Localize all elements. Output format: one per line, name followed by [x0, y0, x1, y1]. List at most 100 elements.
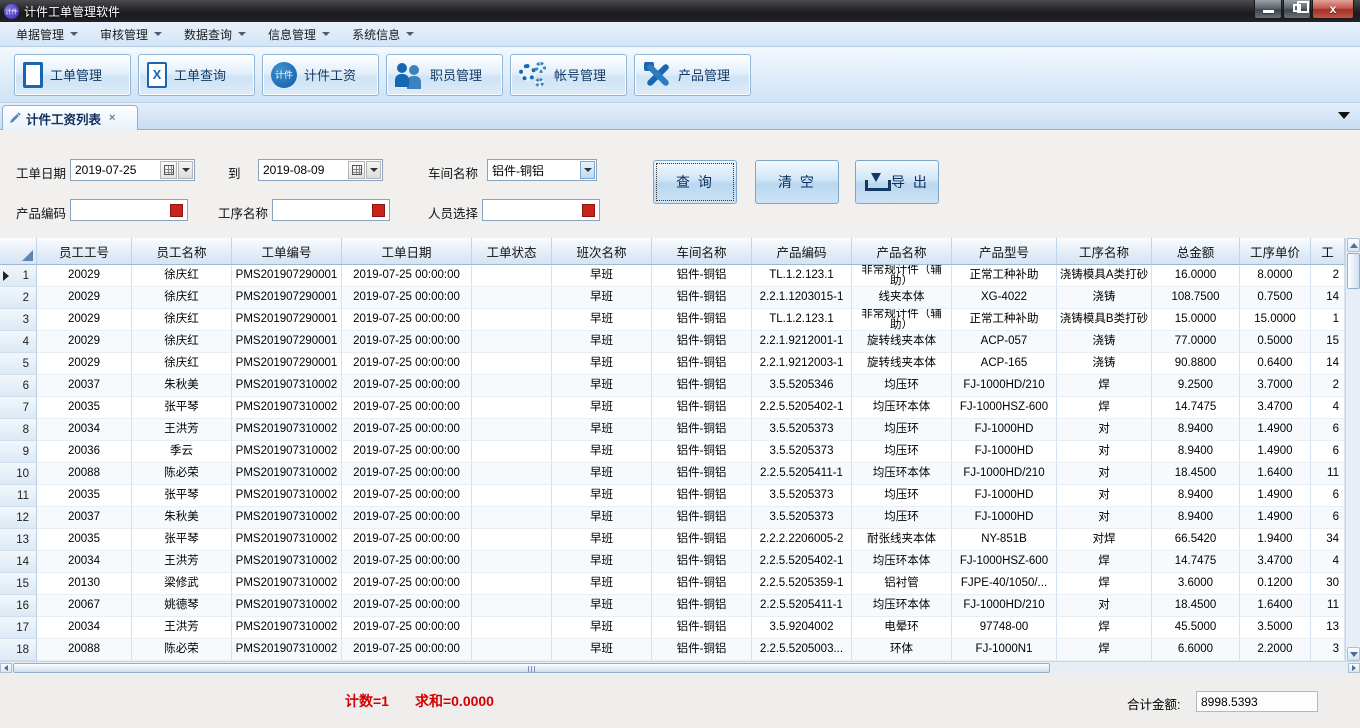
table-cell[interactable]: 2.2.5.5205402-1 [752, 397, 852, 419]
table-cell[interactable]: 对 [1057, 463, 1152, 485]
table-cell[interactable]: 20029 [37, 309, 132, 331]
table-cell[interactable]: PMS201907290001 [232, 353, 342, 375]
table-row[interactable]: 520029徐庆红PMS2019072900012019-07-25 00:00… [0, 353, 1360, 375]
table-cell[interactable]: XG-4022 [952, 287, 1057, 309]
scroll-down-button[interactable] [1347, 647, 1360, 661]
table-cell[interactable]: 铝件-铜铝 [652, 573, 752, 595]
table-cell[interactable]: 铝件-铜铝 [652, 507, 752, 529]
table-cell[interactable]: 张平琴 [132, 529, 232, 551]
table-cell[interactable]: 2019-07-25 00:00:00 [342, 375, 472, 397]
combo-dropdown-icon[interactable] [580, 161, 595, 179]
table-cell[interactable]: 对焊 [1057, 529, 1152, 551]
table-cell[interactable]: 铝件-铜铝 [652, 353, 752, 375]
table-cell[interactable]: TL.1.2.123.1 [752, 309, 852, 331]
vertical-scroll-thumb[interactable] [1347, 253, 1360, 289]
table-cell[interactable] [472, 397, 552, 419]
table-cell[interactable]: 早班 [552, 265, 652, 287]
table-cell[interactable]: PMS201907290001 [232, 331, 342, 353]
table-cell[interactable]: PMS201907310002 [232, 617, 342, 639]
table-cell[interactable]: FJ-1000HD [952, 441, 1057, 463]
table-cell[interactable]: 77.0000 [1152, 331, 1240, 353]
calendar-icon[interactable] [348, 161, 365, 179]
column-header[interactable]: 员工工号 [37, 238, 132, 265]
table-cell[interactable]: 旋转线夹本体 [852, 353, 952, 375]
table-cell[interactable]: 铝件-铜铝 [652, 617, 752, 639]
table-cell[interactable]: 均压环本体 [852, 551, 952, 573]
table-cell[interactable]: 3.5.5205373 [752, 507, 852, 529]
table-cell[interactable]: 早班 [552, 551, 652, 573]
table-cell[interactable]: 2.2.5.5205003... [752, 639, 852, 661]
column-header[interactable]: 总金额 [1152, 238, 1240, 265]
table-cell[interactable]: 徐庆红 [132, 331, 232, 353]
table-row[interactable]: 1620067姚德琴PMS2019073100022019-07-25 00:0… [0, 595, 1360, 617]
table-cell[interactable]: 2.2.5.5205411-1 [752, 463, 852, 485]
table-cell[interactable]: 1.4900 [1240, 507, 1311, 529]
calendar-icon[interactable] [160, 161, 177, 179]
row-number-cell[interactable]: 2 [0, 287, 37, 309]
table-cell[interactable]: 季云 [132, 441, 232, 463]
table-cell[interactable]: 铝衬管 [852, 573, 952, 595]
table-cell[interactable]: PMS201907310002 [232, 529, 342, 551]
table-cell[interactable]: 正常工种补助 [952, 265, 1057, 287]
table-cell[interactable]: 2019-07-25 00:00:00 [342, 573, 472, 595]
row-number-cell[interactable]: 11 [0, 485, 37, 507]
table-cell[interactable] [472, 639, 552, 661]
order-date-to-field[interactable]: 2019-08-09 [258, 159, 383, 181]
table-cell[interactable]: 20029 [37, 331, 132, 353]
table-cell[interactable]: 6 [1311, 419, 1345, 441]
table-cell[interactable]: 2019-07-25 00:00:00 [342, 397, 472, 419]
work-order-manage-button[interactable]: 工单管理 [14, 54, 131, 96]
table-cell[interactable]: PMS201907290001 [232, 309, 342, 331]
table-cell[interactable]: FJ-1000HD [952, 485, 1057, 507]
table-cell[interactable]: 13 [1311, 617, 1345, 639]
table-cell[interactable]: 张平琴 [132, 485, 232, 507]
table-cell[interactable]: 早班 [552, 375, 652, 397]
table-cell[interactable]: 20037 [37, 507, 132, 529]
table-cell[interactable]: 均压环 [852, 441, 952, 463]
table-cell[interactable] [472, 309, 552, 331]
table-cell[interactable]: 3.5.5205373 [752, 419, 852, 441]
table-cell[interactable]: 早班 [552, 309, 652, 331]
row-number-cell[interactable]: 10 [0, 463, 37, 485]
table-cell[interactable]: 20037 [37, 375, 132, 397]
table-cell[interactable]: 14 [1311, 353, 1345, 375]
table-cell[interactable]: 1.4900 [1240, 441, 1311, 463]
table-cell[interactable]: FJ-1000HD [952, 419, 1057, 441]
table-cell[interactable]: 2019-07-25 00:00:00 [342, 595, 472, 617]
table-cell[interactable]: 3.7000 [1240, 375, 1311, 397]
table-cell[interactable]: 8.9400 [1152, 441, 1240, 463]
row-number-cell[interactable]: 14 [0, 551, 37, 573]
table-cell[interactable]: 正常工种补助 [952, 309, 1057, 331]
column-header[interactable]: 产品编码 [752, 238, 852, 265]
table-cell[interactable]: 早班 [552, 419, 652, 441]
table-cell[interactable]: 1.6400 [1240, 595, 1311, 617]
grid-corner-cell[interactable] [0, 238, 37, 265]
table-cell[interactable]: 20067 [37, 595, 132, 617]
table-cell[interactable]: 20035 [37, 485, 132, 507]
row-number-cell[interactable]: 16 [0, 595, 37, 617]
table-row[interactable]: 1120035张平琴PMS2019073100022019-07-25 00:0… [0, 485, 1360, 507]
horizontal-scroll-thumb[interactable] [13, 663, 1050, 673]
table-cell[interactable] [472, 353, 552, 375]
vertical-scrollbar[interactable] [1345, 238, 1360, 661]
table-cell[interactable]: 早班 [552, 287, 652, 309]
table-cell[interactable]: PMS201907310002 [232, 419, 342, 441]
table-cell[interactable] [472, 287, 552, 309]
table-cell[interactable]: 30 [1311, 573, 1345, 595]
table-cell[interactable]: 浇铸模具A类打砂 [1057, 265, 1152, 287]
table-cell[interactable]: 4 [1311, 551, 1345, 573]
table-row[interactable]: 1320035张平琴PMS2019073100022019-07-25 00:0… [0, 529, 1360, 551]
table-cell[interactable]: 铝件-铜铝 [652, 551, 752, 573]
table-cell[interactable]: 2019-07-25 00:00:00 [342, 639, 472, 661]
table-cell[interactable]: 20029 [37, 353, 132, 375]
table-cell[interactable]: 1 [1311, 309, 1345, 331]
workshop-combobox[interactable]: 铝件-铜铝 [487, 159, 597, 181]
close-button[interactable]: x [1312, 0, 1354, 19]
row-number-cell[interactable]: 9 [0, 441, 37, 463]
menu-item-info[interactable]: 信息管理 [260, 24, 338, 45]
table-cell[interactable]: 早班 [552, 617, 652, 639]
row-number-cell[interactable]: 1 [0, 265, 37, 287]
table-cell[interactable]: 朱秋美 [132, 507, 232, 529]
table-cell[interactable]: 均压环本体 [852, 463, 952, 485]
staff-manage-button[interactable]: 职员管理 [386, 54, 503, 96]
